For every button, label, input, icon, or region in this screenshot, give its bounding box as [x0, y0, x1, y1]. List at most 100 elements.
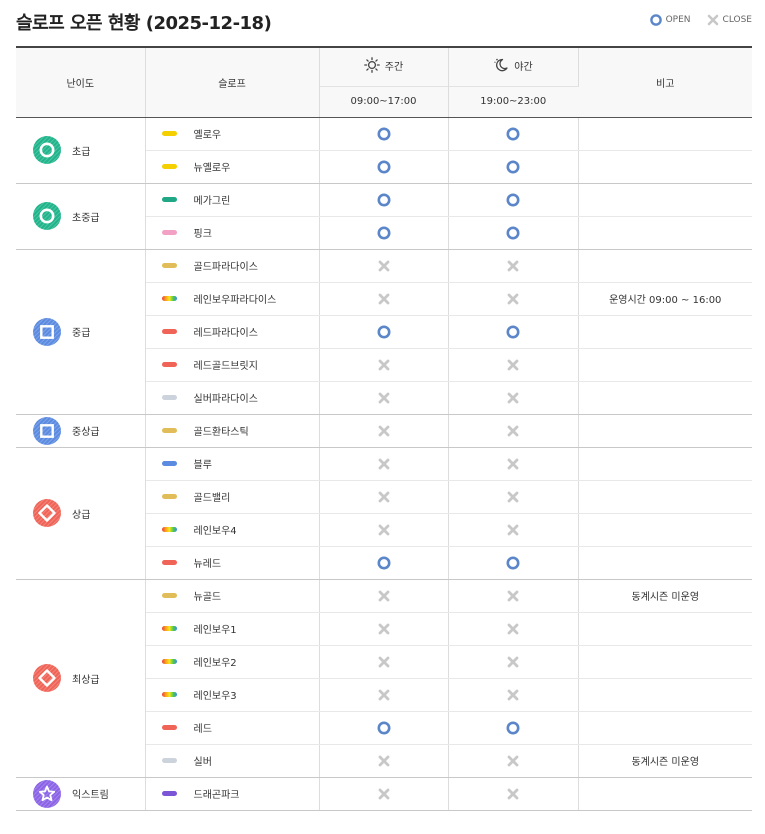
note-cell [578, 546, 752, 580]
day-status-cell [319, 381, 449, 415]
col-header-day-time: 09:00~17:00 [319, 85, 449, 118]
night-status-cell [448, 546, 579, 580]
slope-name: 골드환타스틱 [193, 427, 249, 438]
slope-name-cell: 실버파라다이스 [145, 381, 320, 415]
night-status-cell [448, 480, 579, 514]
slope-color-bar [161, 329, 177, 334]
slope-color-bar [161, 197, 177, 202]
open-circle-icon [377, 160, 390, 173]
status-legend: OPEN CLOSE [634, 14, 752, 26]
open-circle-icon [377, 127, 390, 140]
col-header-day-label: 주간 [384, 61, 404, 73]
close-x-icon [507, 260, 519, 271]
night-status-cell [448, 315, 579, 349]
close-x-icon [378, 260, 389, 271]
level-cell: 중급 [16, 249, 146, 415]
day-status-cell [319, 315, 449, 349]
night-status-cell [448, 645, 579, 679]
day-status-cell [319, 711, 449, 745]
page-header: 슬로프 오픈 현황 (2025-12-18) OPEN CLOSE [16, 8, 752, 38]
close-x-icon [378, 491, 389, 502]
col-header-level: 난이도 [16, 46, 146, 118]
slope-color-bar [161, 527, 177, 532]
slope-name: 메가그린 [193, 196, 231, 207]
slope-color-bar [161, 659, 177, 664]
slope-name-cell: 레인보우2 [145, 645, 320, 679]
night-status-cell [448, 447, 579, 481]
slope-name: 골드파라다이스 [193, 262, 258, 273]
note-cell [578, 249, 752, 283]
slope-name-cell: 뉴골드 [145, 579, 320, 613]
night-status-cell [448, 612, 579, 646]
col-header-night-time: 19:00~23:00 [448, 85, 578, 118]
slope-name-cell: 메가그린 [145, 183, 320, 217]
open-circle-icon [377, 325, 390, 338]
table-row: 상급 블루 [16, 447, 752, 580]
slope-color-bar [161, 626, 177, 631]
night-status-cell [448, 678, 579, 712]
star-level-icon [33, 779, 61, 808]
note-cell [578, 480, 752, 514]
slope-color-bar [161, 131, 177, 136]
slope-name: 레인보우4 [193, 526, 237, 537]
open-circle-icon [506, 721, 520, 734]
night-status-cell [448, 216, 579, 250]
day-status-cell [319, 183, 449, 217]
note-cell [578, 777, 752, 811]
level-label: 중상급 [72, 427, 100, 438]
note-cell [578, 612, 752, 646]
slope-name-cell: 블루 [145, 447, 320, 481]
open-circle-icon [377, 193, 390, 206]
day-status-cell [319, 513, 449, 547]
night-status-cell [448, 183, 579, 217]
slope-color-bar [161, 791, 177, 796]
slope-name: 실버 [193, 757, 212, 768]
col-header-night-label: 야간 [514, 61, 533, 73]
close-x-icon [378, 755, 389, 766]
slope-name: 레인보우파라다이스 [193, 295, 277, 306]
close-x-icon [378, 689, 389, 700]
slope-table-body: 초급 옐로우 뉴옐로우 초중급 메가그린 핑크 중급 골드파라다이스 레인보우파라다이스 운영시간… [16, 117, 752, 811]
close-x-icon [378, 656, 389, 667]
note-cell [578, 150, 752, 184]
night-status-cell [448, 150, 579, 184]
night-status-cell [448, 381, 579, 415]
slope-name: 레인보우3 [193, 691, 237, 702]
legend-open: OPEN [649, 14, 691, 26]
open-circle-icon [377, 721, 390, 734]
diamond-level-icon [33, 499, 61, 527]
circle-level-icon [33, 136, 61, 164]
note-cell [578, 447, 752, 481]
note-cell: 동계시즌 미운영 [578, 579, 752, 613]
slope-name: 레드파라다이스 [193, 328, 258, 339]
open-circle-icon [506, 160, 520, 173]
open-circle-icon [506, 226, 520, 239]
moon-icon [494, 59, 508, 72]
slope-name-cell: 레드골드브릿지 [145, 348, 320, 382]
slope-name: 골드밸리 [193, 493, 231, 504]
slope-name-cell: 레인보우파라다이스 [145, 282, 320, 316]
close-x-icon [507, 755, 519, 766]
legend-close-label: CLOSE [722, 15, 752, 25]
page-title: 슬로프 오픈 현황 (2025-12-18) [16, 13, 272, 34]
close-x-icon [507, 392, 519, 403]
night-status-cell [448, 513, 579, 547]
circle-level-icon [33, 202, 61, 230]
level-label: 상급 [72, 509, 91, 521]
table-row: 초중급 메가그린 [16, 183, 752, 250]
slope-name-cell: 옐로우 [145, 117, 320, 151]
level-cell: 익스트림 [16, 777, 146, 811]
slope-name: 레드 [193, 724, 212, 735]
note-cell [578, 645, 752, 679]
close-x-icon [507, 788, 519, 799]
day-status-cell [319, 216, 449, 250]
level-cell: 중상급 [16, 414, 146, 448]
open-circle-icon [506, 193, 520, 206]
close-x-icon [507, 359, 519, 370]
day-status-cell [319, 117, 449, 151]
level-label: 익스트림 [72, 790, 109, 801]
note-cell: 동계시즌 미운영 [578, 744, 752, 778]
day-status-cell [319, 249, 449, 283]
legend-open-label: OPEN [665, 15, 691, 25]
level-cell: 초중급 [16, 183, 146, 250]
